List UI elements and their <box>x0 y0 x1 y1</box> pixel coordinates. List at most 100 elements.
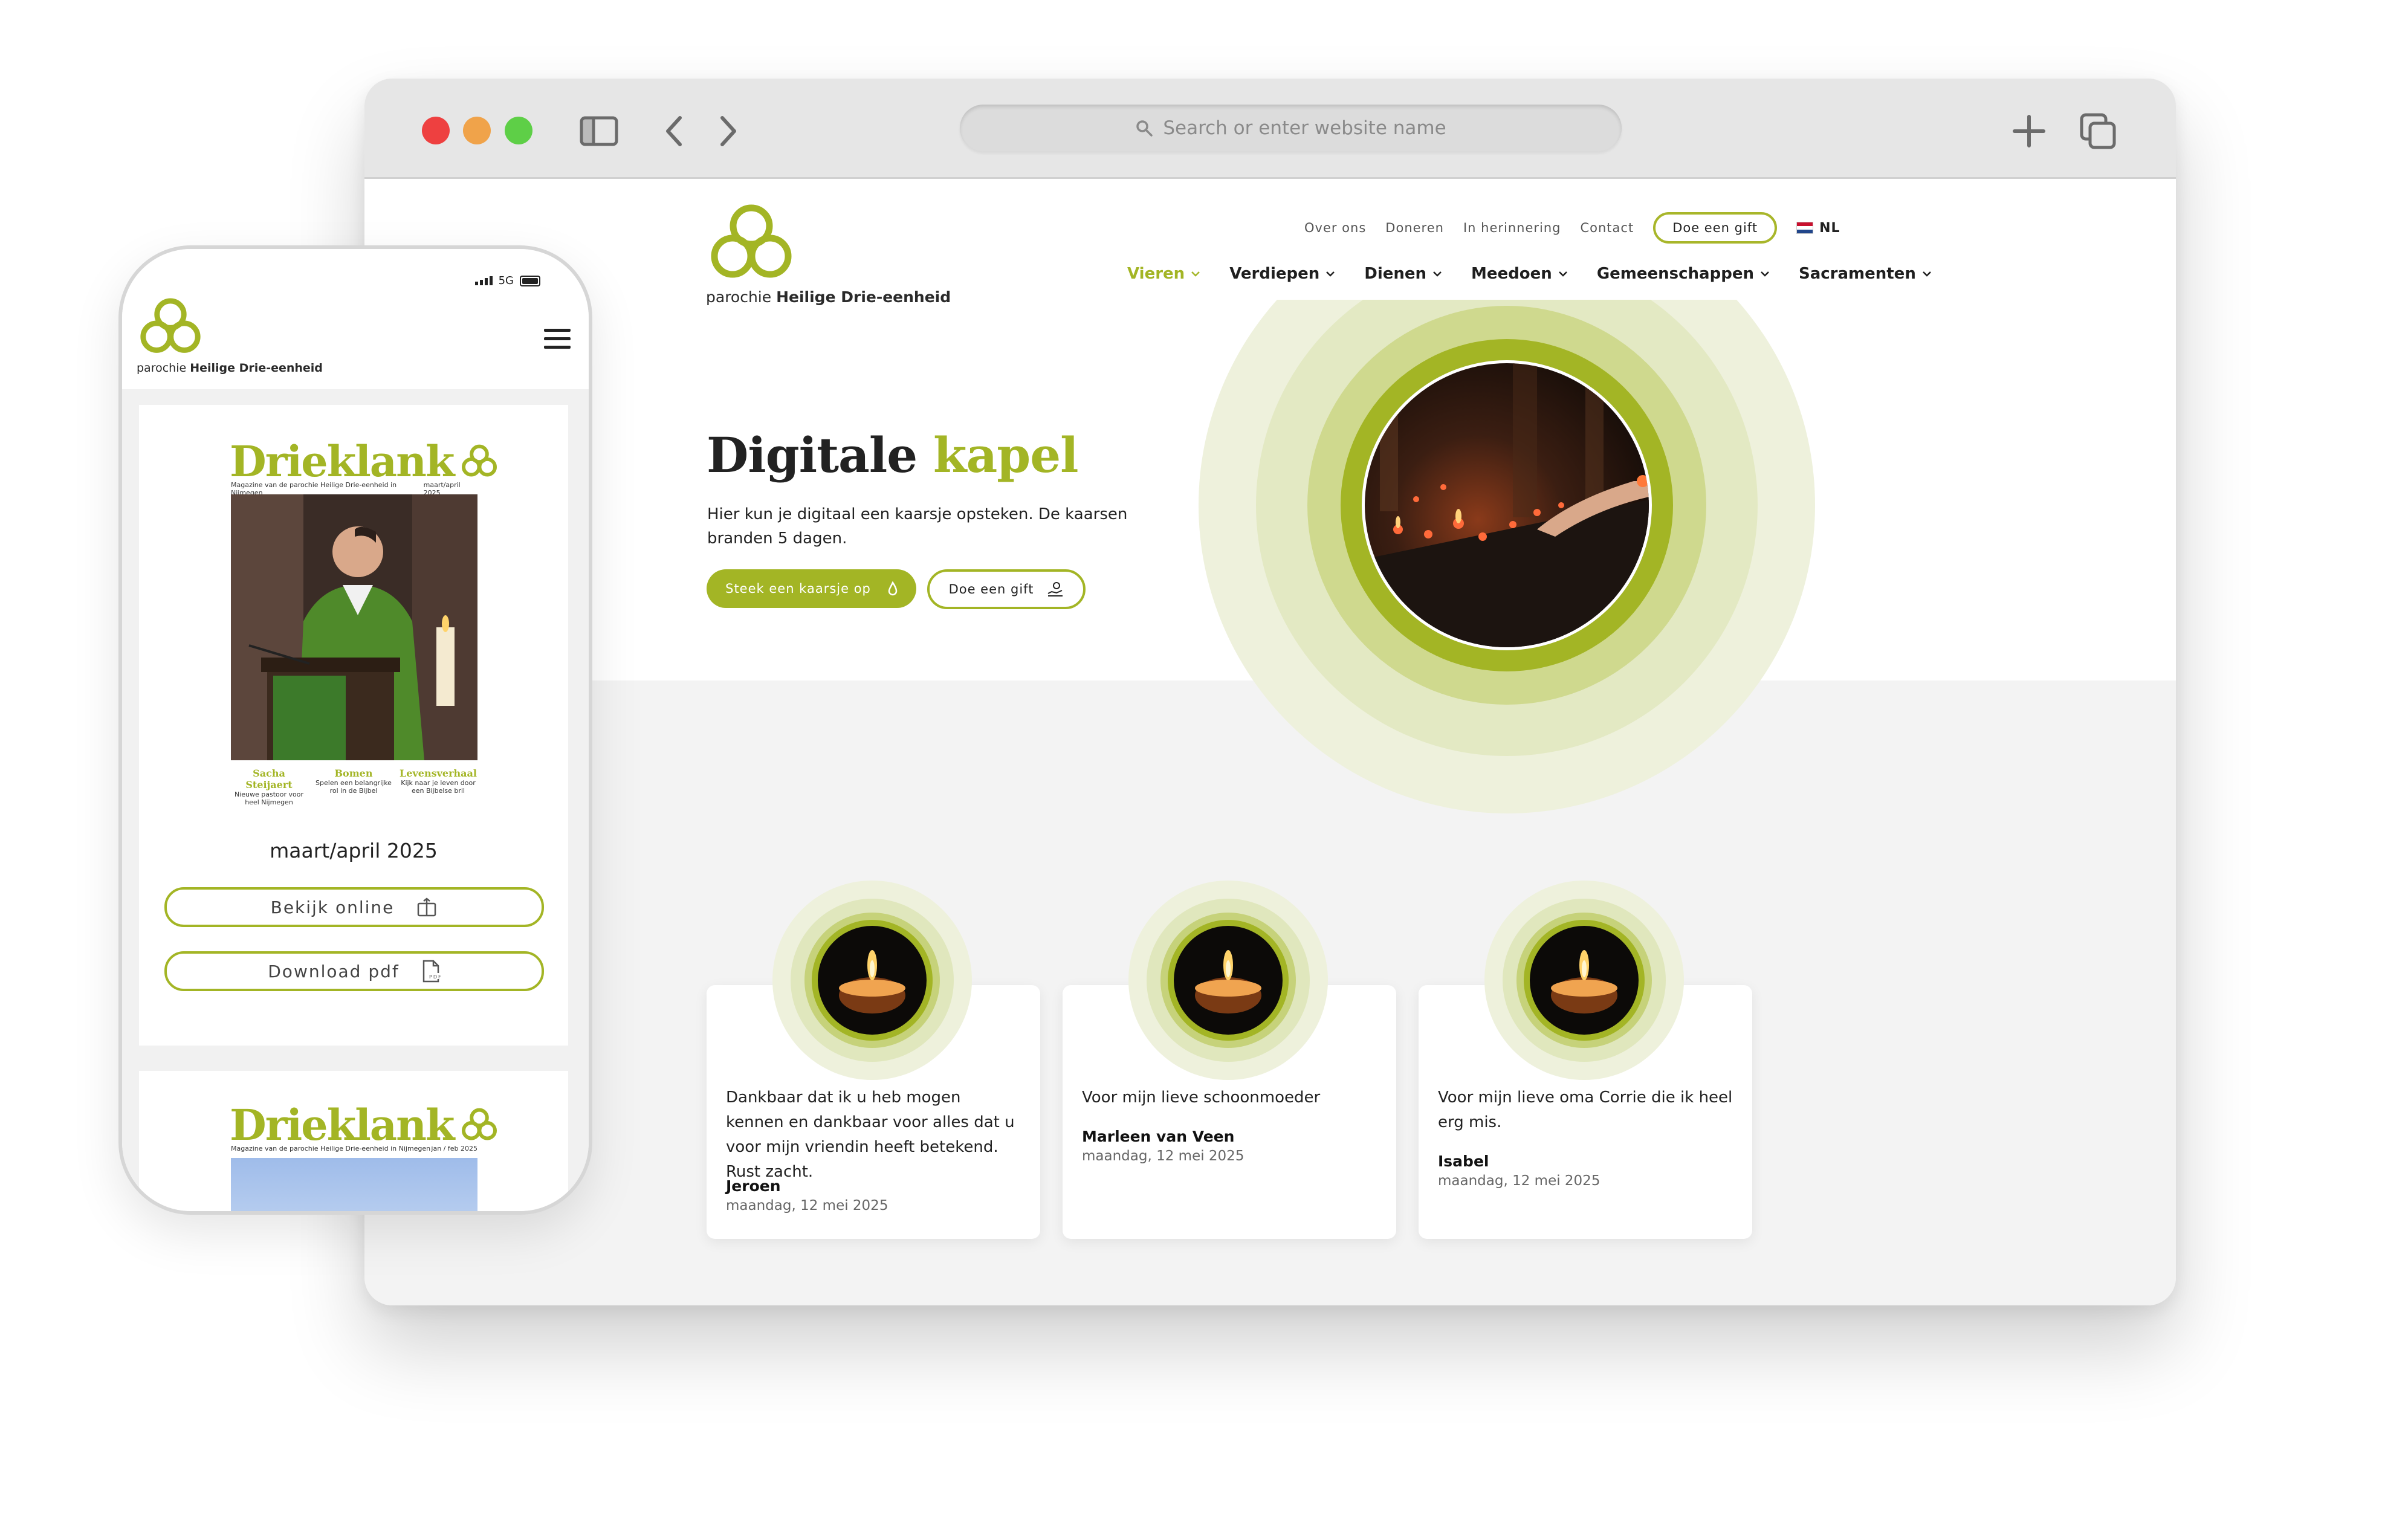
magazine-title: Drieklank <box>230 1100 455 1150</box>
candle-message: Voor mijn lieve schoonmoeder <box>1082 1088 1321 1107</box>
chevron-down-icon <box>1191 271 1200 277</box>
nav-label: Vieren <box>1127 265 1185 283</box>
button-label: Download pdf <box>268 961 400 981</box>
candle-message: Dankbaar dat ik u heb mogen kennen en da… <box>726 1088 1015 1181</box>
trinity-logo-icon <box>461 444 497 477</box>
forward-icon[interactable] <box>709 112 748 150</box>
candle-icon <box>772 881 972 1080</box>
nav-label: Sacramenten <box>1798 265 1916 283</box>
nav-label: Gemeenschappen <box>1596 265 1754 283</box>
language-selector[interactable]: NL <box>1796 221 1840 236</box>
browser-toolbar: Search or enter website name <box>364 79 2176 179</box>
sidebar-toggle-icon[interactable] <box>580 112 618 150</box>
candle-author: Jeroen <box>726 1177 781 1195</box>
button-label: Steek een kaarsje op <box>725 581 871 596</box>
tabs-overview-icon[interactable] <box>2079 112 2117 150</box>
network-label: 5G <box>498 274 514 287</box>
signal-icon <box>474 276 493 285</box>
magazine-masthead: Drieklank <box>230 1100 499 1150</box>
site-header: parochie Heilige Drie-eenheid Over ons D… <box>364 179 2176 318</box>
magazine-cover-photo <box>231 1158 477 1211</box>
minimize-window-button[interactable] <box>463 117 491 144</box>
giving-hand-icon <box>1047 582 1063 596</box>
phone-header: 5G parochie Heilige Drie-eenheid <box>122 249 589 389</box>
address-bar[interactable]: Search or enter website name <box>960 105 1622 152</box>
feature-text: Spelen een belangrijke rol in de Bijbel <box>316 779 392 795</box>
chevron-down-icon <box>1433 271 1442 277</box>
back-icon[interactable] <box>655 112 693 150</box>
candle-author: Marleen van Veen <box>1082 1128 1235 1145</box>
hero-subtitle: Hier kun je digitaal een kaarsje opsteke… <box>707 505 1128 548</box>
chevron-down-icon <box>1326 271 1335 277</box>
title-part-1: Digitale <box>707 427 918 483</box>
address-placeholder: Search or enter website name <box>1163 117 1446 139</box>
logo-prefix: parochie <box>137 361 187 375</box>
candle-date: maandag, 12 mei 2025 <box>726 1198 888 1214</box>
flame-icon <box>888 581 898 596</box>
candle-date: maandag, 12 mei 2025 <box>1438 1173 1600 1189</box>
phone-site-logo[interactable]: parochie Heilige Drie-eenheid <box>137 297 323 375</box>
header-gift-button[interactable]: Doe een gift <box>1653 212 1778 244</box>
feature-head: Bomen <box>334 768 373 779</box>
pdf-file-icon: PDF <box>422 960 441 983</box>
logo-prefix: parochie <box>706 288 772 306</box>
language-label: NL <box>1819 220 1840 236</box>
logo-name: Heilige Drie-eenheid <box>776 288 951 306</box>
nav-item-verdiepen[interactable]: Verdiepen <box>1229 265 1335 283</box>
nav-item-sacramenten[interactable]: Sacramenten <box>1799 265 1932 283</box>
toplink-in-herinnering[interactable]: In herinnering <box>1463 221 1561 235</box>
magazine-masthead: Drieklank <box>230 436 499 486</box>
nav-item-gemeenschappen[interactable]: Gemeenschappen <box>1597 265 1770 283</box>
dutch-flag-icon <box>1796 222 1814 234</box>
close-window-button[interactable] <box>422 117 450 144</box>
svg-text:PDF: PDF <box>429 974 441 980</box>
magazine-card: Drieklank Magazine van de parochie Heili… <box>139 405 568 1046</box>
button-label: Bekijk online <box>270 897 395 917</box>
feature-item: Bomen Spelen een belangrijke rol in de Bi… <box>314 768 393 806</box>
nav-item-vieren[interactable]: Vieren <box>1127 265 1200 283</box>
magazine-features: Sacha Steijaert Nieuwe pastoor voor heel … <box>230 768 477 806</box>
feature-text: Kijk naar je leven door een Bijbelse bri… <box>401 779 476 795</box>
phone-frame: 5G parochie Heilige Drie-eenheid Driekla… <box>118 245 592 1215</box>
new-tab-icon[interactable] <box>2010 112 2048 150</box>
toplink-contact[interactable]: Contact <box>1580 221 1634 235</box>
magazine-title: Drieklank <box>230 436 455 486</box>
nav-label: Dienen <box>1364 265 1427 283</box>
logo-name: Heilige Drie-eenheid <box>190 361 323 375</box>
magazine-issue: jan / feb 2025 <box>431 1145 477 1152</box>
feature-head: Levensverhaal <box>400 768 477 779</box>
phone-screen: 5G parochie Heilige Drie-eenheid Driekla… <box>122 249 589 1211</box>
site-logo[interactable]: parochie Heilige Drie-eenheid <box>706 203 951 306</box>
nav-label: Verdiepen <box>1229 265 1320 283</box>
page-title: Digitale kapel <box>707 427 1079 483</box>
title-part-2: kapel <box>933 427 1078 483</box>
open-book-icon <box>418 897 436 917</box>
feature-text: Nieuwe pastoor voor heel Nijmegen <box>234 790 304 806</box>
trinity-logo-icon <box>461 1108 497 1140</box>
toplink-doneren[interactable]: Doneren <box>1385 221 1444 235</box>
browser-window: Search or enter website name parochie He… <box>364 79 2176 1305</box>
top-links: Over ons Doneren In herinnering Contact … <box>1304 212 1840 244</box>
feature-item: Levensverhaal Kijk naar je leven door een… <box>399 768 477 806</box>
button-label: Doe een gift <box>948 582 1034 596</box>
chevron-down-icon <box>1761 271 1769 277</box>
feature-item: Sacha Steijaert Nieuwe pastoor voor heel … <box>230 768 308 806</box>
maximize-window-button[interactable] <box>505 117 532 144</box>
hero-gift-button[interactable]: Doe een gift <box>927 569 1086 609</box>
battery-icon <box>520 275 540 286</box>
toplink-over-ons[interactable]: Over ons <box>1304 221 1366 235</box>
candle-message: Voor mijn lieve oma Corrie die ik heel e… <box>1438 1088 1733 1131</box>
main-navigation: Vieren Verdiepen Dienen Meedoen Gemeensc… <box>1127 265 1932 283</box>
trinity-logo-icon <box>140 298 201 353</box>
trinity-logo-icon <box>711 204 792 278</box>
website-page: parochie Heilige Drie-eenheid Over ons D… <box>364 179 2176 1305</box>
nav-item-meedoen[interactable]: Meedoen <box>1471 265 1568 283</box>
magazine-card: Drieklank Magazine van de parochie Heili… <box>139 1071 568 1211</box>
light-candle-button[interactable]: Steek een kaarsje op <box>707 569 916 608</box>
feature-head: Sacha Steijaert <box>245 768 293 790</box>
candle-author: Isabel <box>1438 1152 1489 1170</box>
nav-item-dienen[interactable]: Dienen <box>1364 265 1442 283</box>
view-online-button[interactable]: Bekijk online <box>164 887 544 927</box>
menu-icon[interactable] <box>544 329 571 354</box>
download-pdf-button[interactable]: Download pdf PDF <box>164 951 544 991</box>
